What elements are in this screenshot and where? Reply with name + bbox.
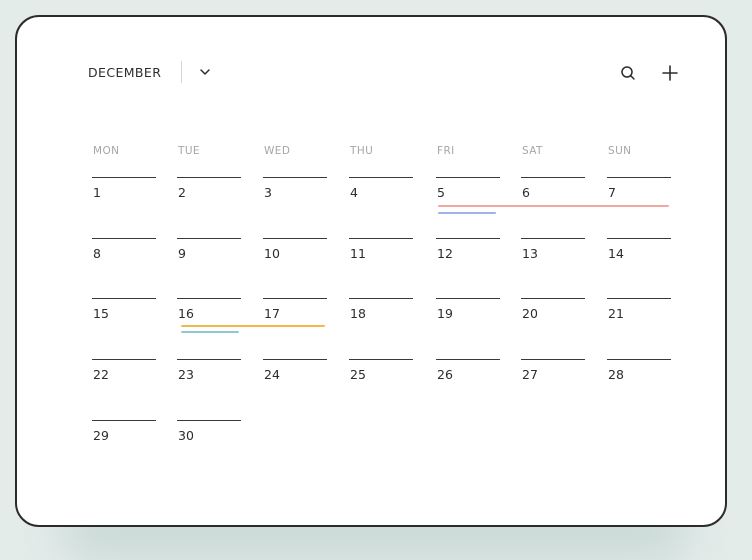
day-cell[interactable]: 27: [522, 367, 538, 382]
day-divider: [92, 238, 156, 239]
day-divider: [436, 359, 500, 360]
day-cell[interactable]: 30: [178, 428, 194, 443]
day-divider: [177, 298, 241, 299]
day-divider: [349, 238, 413, 239]
day-cell[interactable]: 15: [93, 306, 109, 321]
event-teal-16[interactable]: [181, 331, 239, 333]
search-icon[interactable]: [618, 63, 638, 83]
day-divider: [349, 177, 413, 178]
day-cell[interactable]: 24: [264, 367, 280, 382]
day-divider: [436, 298, 500, 299]
day-cell[interactable]: 23: [178, 367, 194, 382]
day-cell[interactable]: 21: [608, 306, 624, 321]
day-divider: [607, 238, 671, 239]
day-cell[interactable]: 8: [93, 246, 101, 261]
day-cell[interactable]: 20: [522, 306, 538, 321]
day-divider: [521, 298, 585, 299]
weekday-thu: THU: [350, 145, 374, 157]
header-divider: [181, 61, 182, 83]
plus-icon[interactable]: [660, 63, 680, 83]
chevron-down-icon[interactable]: [197, 64, 213, 80]
day-divider: [521, 359, 585, 360]
day-divider: [92, 177, 156, 178]
day-cell[interactable]: 13: [522, 246, 538, 261]
calendar-card: DECEMBER MON TUE WED THU FRI SAT SUN 123456789…: [15, 15, 727, 527]
weekday-tue: TUE: [178, 145, 200, 157]
day-cell[interactable]: 6: [522, 185, 530, 200]
day-divider: [177, 420, 241, 421]
month-label: DECEMBER: [88, 65, 162, 80]
day-divider: [92, 420, 156, 421]
day-divider: [607, 359, 671, 360]
day-cell[interactable]: 5: [437, 185, 445, 200]
day-cell[interactable]: 16: [178, 306, 194, 321]
day-divider: [349, 298, 413, 299]
day-divider: [607, 298, 671, 299]
day-divider: [263, 238, 327, 239]
day-divider: [436, 238, 500, 239]
event-blue-5[interactable]: [438, 212, 496, 214]
day-divider: [92, 359, 156, 360]
day-cell[interactable]: 28: [608, 367, 624, 382]
day-cell[interactable]: 17: [264, 306, 280, 321]
day-cell[interactable]: 3: [264, 185, 272, 200]
day-divider: [436, 177, 500, 178]
day-divider: [263, 298, 327, 299]
day-cell[interactable]: 26: [437, 367, 453, 382]
day-divider: [177, 177, 241, 178]
day-cell[interactable]: 14: [608, 246, 624, 261]
day-divider: [521, 177, 585, 178]
day-cell[interactable]: 2: [178, 185, 186, 200]
event-orange-16-17[interactable]: [181, 325, 325, 327]
weekday-sat: SAT: [522, 145, 543, 157]
day-cell[interactable]: 25: [350, 367, 366, 382]
day-cell[interactable]: 29: [93, 428, 109, 443]
weekday-fri: FRI: [437, 145, 455, 157]
day-cell[interactable]: 12: [437, 246, 453, 261]
day-divider: [177, 359, 241, 360]
day-cell[interactable]: 4: [350, 185, 358, 200]
day-cell[interactable]: 19: [437, 306, 453, 321]
day-cell[interactable]: 9: [178, 246, 186, 261]
day-divider: [92, 298, 156, 299]
day-cell[interactable]: 1: [93, 185, 101, 200]
day-divider: [263, 359, 327, 360]
day-cell[interactable]: 18: [350, 306, 366, 321]
day-cell[interactable]: 11: [350, 246, 366, 261]
day-divider: [349, 359, 413, 360]
day-cell[interactable]: 7: [608, 185, 616, 200]
day-divider: [607, 177, 671, 178]
day-divider: [521, 238, 585, 239]
weekday-sun: SUN: [608, 145, 632, 157]
day-divider: [263, 177, 327, 178]
weekday-mon: MON: [93, 145, 120, 157]
calendar-header: DECEMBER: [17, 17, 725, 137]
day-divider: [177, 238, 241, 239]
day-cell[interactable]: 22: [93, 367, 109, 382]
weekday-wed: WED: [264, 145, 291, 157]
day-cell[interactable]: 10: [264, 246, 280, 261]
event-red-5-7[interactable]: [438, 205, 669, 207]
